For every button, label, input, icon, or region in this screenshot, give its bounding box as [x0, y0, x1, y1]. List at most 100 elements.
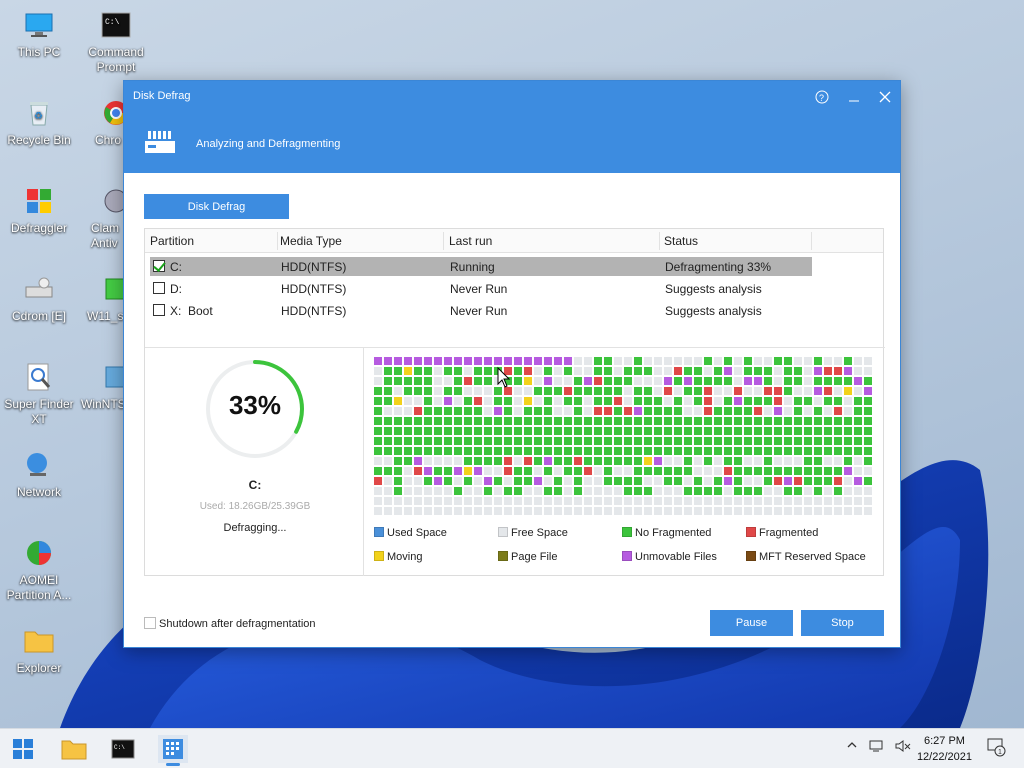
desktop-icon-label: Explorer [16, 661, 62, 675]
chevron-up-icon[interactable] [846, 739, 858, 754]
svg-text:1: 1 [998, 749, 1002, 756]
partition-checkbox[interactable] [153, 260, 165, 272]
cluster-block [394, 357, 402, 365]
cluster-block [844, 407, 852, 415]
cluster-block [394, 367, 402, 375]
column-media-type[interactable]: Media Type [280, 234, 342, 248]
table-row[interactable]: C: HDD(NTFS) Running Defragmenting 33% [150, 257, 812, 276]
cluster-block [634, 457, 642, 465]
cluster-block [424, 397, 432, 405]
cluster-block [454, 387, 462, 395]
column-partition[interactable]: Partition [150, 234, 194, 248]
column-status[interactable]: Status [664, 234, 698, 248]
cluster-block [494, 457, 502, 465]
cluster-block [804, 487, 812, 495]
cluster-block [634, 397, 642, 405]
cluster-block [404, 507, 412, 515]
cluster-block [724, 457, 732, 465]
monitor-icon [22, 8, 56, 42]
cluster-block [524, 457, 532, 465]
cluster-block [444, 457, 452, 465]
cluster-block [404, 417, 412, 425]
cluster-block [774, 477, 782, 485]
cluster-block [694, 497, 702, 505]
help-icon[interactable]: ? [811, 87, 833, 107]
desktop-icon-super-finder[interactable]: Super Finder XT [0, 360, 78, 427]
desktop-icon-this-pc[interactable]: This PC [0, 8, 78, 60]
partition-name: D: [170, 282, 182, 296]
cluster-block [484, 447, 492, 455]
cluster-block [464, 497, 472, 505]
close-icon[interactable] [874, 87, 896, 107]
cluster-block [384, 407, 392, 415]
partition-checkbox[interactable] [153, 304, 165, 316]
cluster-block [464, 387, 472, 395]
cluster-block [744, 507, 752, 515]
cluster-block [584, 457, 592, 465]
cluster-block [464, 457, 472, 465]
minimize-icon[interactable] [843, 87, 865, 107]
cluster-block [484, 427, 492, 435]
cluster-block [604, 367, 612, 375]
cluster-block [834, 457, 842, 465]
cluster-block [654, 487, 662, 495]
cluster-block [714, 457, 722, 465]
desktop-icon-command-prompt[interactable]: C:\ Command Prompt [77, 8, 155, 75]
desktop-icon-network[interactable]: Network [0, 448, 78, 500]
taskbar-command-prompt[interactable]: C:\ [108, 735, 138, 763]
cluster-block [444, 497, 452, 505]
disk-defrag-tab[interactable]: Disk Defrag [144, 194, 289, 219]
partition-checkbox[interactable] [153, 282, 165, 294]
cluster-block [574, 477, 582, 485]
cluster-block [424, 367, 432, 375]
cluster-block [464, 367, 472, 375]
cluster-block [674, 477, 682, 485]
cluster-block [604, 397, 612, 405]
cluster-block [824, 427, 832, 435]
checkbox-box[interactable] [144, 617, 156, 629]
cluster-block [774, 357, 782, 365]
cluster-block [614, 407, 622, 415]
cluster-block [774, 397, 782, 405]
cluster-block [544, 507, 552, 515]
cluster-block [494, 447, 502, 455]
cluster-block [534, 457, 542, 465]
notification-icon[interactable]: 1 [986, 737, 1006, 760]
cluster-block [404, 367, 412, 375]
cluster-block [844, 447, 852, 455]
stop-button[interactable]: Stop [801, 610, 884, 636]
shutdown-after-checkbox[interactable]: Shutdown after defragmentation [144, 617, 316, 630]
desktop-icon-cdrom[interactable]: Cdrom [E] [0, 272, 78, 324]
cluster-block [644, 487, 652, 495]
cluster-block [624, 397, 632, 405]
column-last-run[interactable]: Last run [449, 234, 492, 248]
cluster-block [574, 397, 582, 405]
cluster-block [854, 487, 862, 495]
cluster-block [604, 357, 612, 365]
cluster-block [484, 367, 492, 375]
taskbar-disk-defrag[interactable] [158, 735, 188, 766]
taskbar-explorer[interactable] [59, 735, 89, 763]
system-clock[interactable]: 6:27 PM 12/22/2021 [917, 733, 972, 765]
table-row[interactable]: D: HDD(NTFS) Never Run Suggests analysis [150, 279, 812, 298]
network-tray-icon[interactable] [869, 739, 885, 756]
cluster-block [694, 417, 702, 425]
desktop-icon-explorer[interactable]: Explorer [0, 624, 78, 676]
cluster-block [574, 417, 582, 425]
desktop-icon-aomei[interactable]: AOMEI Partition A... [0, 536, 78, 603]
cluster-block [534, 417, 542, 425]
cluster-block [754, 397, 762, 405]
cluster-block [634, 487, 642, 495]
pause-button[interactable]: Pause [710, 610, 793, 636]
cluster-block [494, 437, 502, 445]
desktop-icon-recycle-bin[interactable]: ♻ Recycle Bin [0, 96, 78, 148]
table-row[interactable]: X: Boot HDD(NTFS) Never Run Suggests ana… [150, 301, 812, 320]
cluster-block [634, 387, 642, 395]
legend-mft-reserved: MFT Reserved Space [746, 551, 866, 563]
cluster-block [854, 357, 862, 365]
volume-muted-icon[interactable] [895, 739, 911, 756]
desktop-icon-defraggler[interactable]: Defraggler [0, 184, 78, 236]
cluster-block [804, 377, 812, 385]
start-button[interactable] [8, 735, 38, 763]
cluster-block [404, 387, 412, 395]
